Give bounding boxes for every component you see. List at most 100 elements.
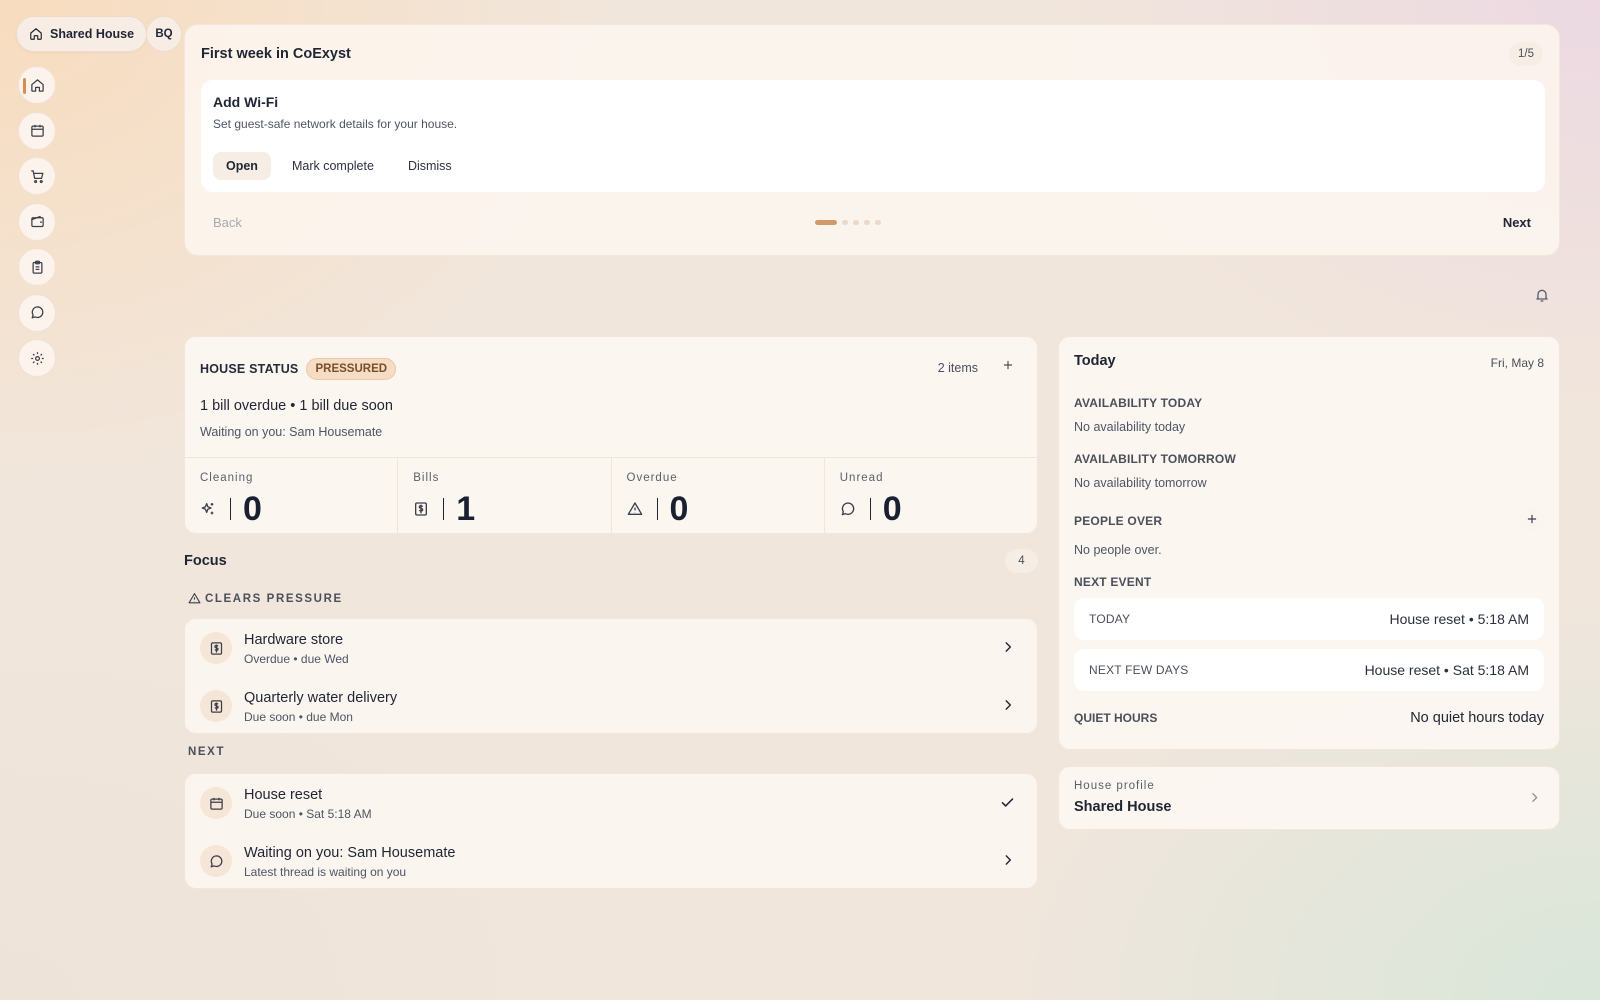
next-event-label: NEXT EVENT	[1074, 575, 1152, 589]
onboarding-task-subtitle: Set guest-safe network details for your …	[213, 117, 458, 131]
list-item-subtitle: Due soon • due Mon	[244, 710, 353, 724]
progress-dot[interactable]	[875, 220, 881, 225]
list-item[interactable]: Hardware store Overdue • due Wed	[185, 619, 1037, 677]
next-list: House reset Due soon • Sat 5:18 AM Waiti…	[184, 773, 1038, 889]
chevron-right-icon[interactable]	[1001, 640, 1015, 654]
chat-icon	[30, 305, 45, 320]
clears-pressure-label: CLEARS PRESSURE	[188, 592, 343, 605]
house-profile-name: Shared House	[1074, 799, 1172, 815]
next-event-few-days[interactable]: NEXT FEW DAYS House reset • Sat 5:18 AM	[1074, 649, 1544, 691]
home-icon	[29, 27, 43, 41]
mark-complete-button[interactable]: Mark complete	[279, 152, 387, 180]
metric-overdue[interactable]: Overdue 0	[612, 458, 825, 533]
list-item[interactable]: House reset Due soon • Sat 5:18 AM	[185, 774, 1037, 832]
metric-label: Unread	[839, 472, 884, 484]
next-button[interactable]: Next	[1503, 215, 1531, 230]
people-over-value: No people over.	[1074, 543, 1162, 557]
user-avatar[interactable]: BQ	[146, 16, 182, 52]
list-item-subtitle: Latest thread is waiting on you	[244, 865, 407, 879]
quiet-hours-value: No quiet hours today	[1410, 710, 1544, 726]
availability-today-value: No availability today	[1074, 420, 1186, 434]
chat-icon	[200, 845, 232, 877]
progress-dot-active[interactable]	[815, 220, 837, 225]
house-profile-label: House profile	[1074, 780, 1155, 792]
chevron-right-icon[interactable]	[1001, 698, 1015, 712]
focus-count-badge: 4	[1005, 549, 1038, 573]
back-button[interactable]: Back	[213, 215, 242, 230]
nav-tasks[interactable]	[18, 248, 56, 286]
bill-icon	[200, 632, 232, 664]
list-item-subtitle: Due soon • Sat 5:18 AM	[244, 807, 372, 821]
open-button[interactable]: Open	[213, 152, 271, 180]
today-title: Today	[1074, 353, 1116, 369]
metric-value: 1	[456, 490, 476, 528]
metric-value: 0	[243, 490, 262, 528]
house-status-card: HOUSE STATUS PRESSURED 2 items 1 bill ov…	[184, 336, 1038, 534]
onboarding-task-title: Add Wi-Fi	[213, 94, 279, 110]
quiet-hours-label: QUIET HOURS	[1074, 711, 1158, 725]
metric-cleaning[interactable]: Cleaning 0	[185, 458, 399, 533]
nav-shopping[interactable]	[18, 157, 56, 195]
people-over-label: PEOPLE OVER	[1074, 514, 1163, 528]
chevron-right-icon[interactable]	[1001, 853, 1015, 867]
chevron-right-icon	[1528, 791, 1541, 804]
availability-tomorrow-value: No availability tomorrow	[1074, 476, 1207, 490]
onboarding-task: Add Wi-Fi Set guest-safe network details…	[201, 80, 1545, 192]
house-switcher-label: Shared House	[50, 27, 135, 41]
sidebar-nav	[18, 66, 56, 377]
list-item[interactable]: Quarterly water delivery Due soon • due …	[185, 677, 1037, 733]
metric-bills[interactable]: Bills 1	[398, 458, 612, 533]
progress-dot[interactable]	[853, 220, 859, 225]
home-icon	[30, 78, 45, 93]
onboarding-task-actions: Open Mark complete Dismiss	[213, 152, 465, 180]
nav-settings[interactable]	[18, 339, 56, 377]
list-item[interactable]: Waiting on you: Sam Housemate Latest thr…	[185, 832, 1037, 888]
next-label: NEXT	[188, 746, 226, 758]
bell-icon	[1534, 287, 1550, 303]
focus-title: Focus	[184, 553, 227, 569]
clipboard-icon	[30, 260, 45, 275]
nav-messages[interactable]	[18, 293, 56, 332]
plus-icon	[1001, 358, 1015, 372]
event-when: TODAY	[1089, 612, 1131, 626]
metric-value: 0	[669, 490, 689, 528]
metric-value: 0	[882, 490, 902, 528]
bill-icon	[413, 501, 435, 517]
event-what: House reset • 5:18 AM	[1389, 611, 1529, 627]
notifications-button[interactable]	[1534, 287, 1550, 303]
nav-wallet[interactable]	[18, 202, 56, 241]
cart-icon	[30, 169, 45, 184]
add-item-button[interactable]	[1001, 358, 1015, 372]
wallet-icon	[30, 214, 45, 229]
metric-label: Bills	[413, 472, 440, 484]
metric-label: Overdue	[626, 472, 678, 484]
calendar-icon	[30, 123, 45, 138]
gear-icon	[30, 351, 45, 366]
check-icon[interactable]	[1000, 795, 1015, 810]
bill-icon	[200, 690, 232, 722]
list-item-title: Waiting on you: Sam Housemate	[244, 845, 456, 861]
clears-pressure-list: Hardware store Overdue • due Wed Quarter…	[184, 618, 1038, 734]
progress-dot[interactable]	[842, 220, 848, 225]
nav-home[interactable]	[18, 66, 56, 104]
house-switcher[interactable]: Shared House	[16, 16, 148, 52]
plus-icon	[1525, 512, 1539, 526]
house-status-summary: 1 bill overdue • 1 bill due soon	[200, 398, 393, 414]
onboarding-step-badge: 1/5	[1509, 42, 1543, 66]
sparkle-icon	[200, 501, 222, 517]
next-event-today[interactable]: TODAY House reset • 5:18 AM	[1074, 598, 1544, 640]
event-when: NEXT FEW DAYS	[1089, 663, 1189, 677]
add-people-over-button[interactable]	[1519, 506, 1545, 532]
nav-calendar[interactable]	[18, 111, 56, 150]
house-status-waiting: Waiting on you: Sam Housemate	[200, 425, 383, 439]
house-status-label: HOUSE STATUS	[200, 362, 299, 376]
house-profile-card[interactable]: House profile Shared House	[1058, 766, 1560, 830]
chat-icon	[840, 501, 862, 517]
dismiss-button[interactable]: Dismiss	[395, 152, 465, 180]
house-status-item-count: 2 items	[937, 361, 978, 375]
onboarding-title: First week in CoExyst	[201, 46, 351, 62]
progress-dot[interactable]	[864, 220, 870, 225]
metric-unread[interactable]: Unread 0	[825, 458, 1037, 533]
availability-tomorrow-label: AVAILABILITY TOMORROW	[1074, 452, 1236, 466]
today-card: Today Fri, May 8 AVAILABILITY TODAY No a…	[1058, 336, 1560, 750]
